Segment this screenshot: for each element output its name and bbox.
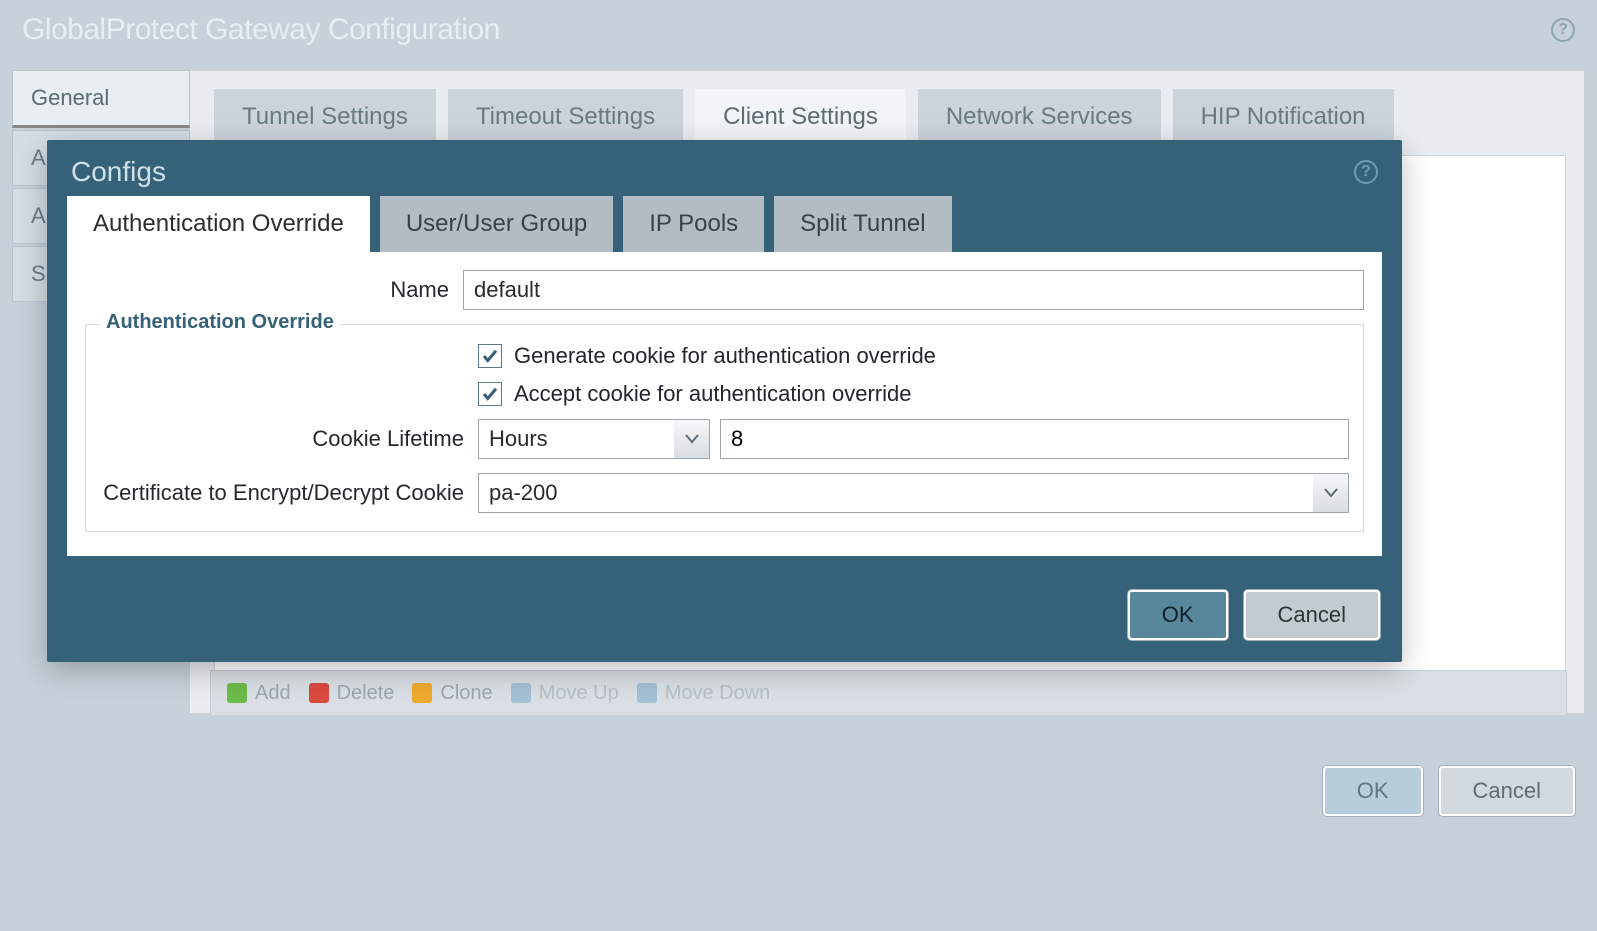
top-tabs: Tunnel Settings Timeout Settings Client …	[214, 89, 1566, 145]
left-tab-general[interactable]: General	[12, 70, 190, 128]
accept-cookie-label: Accept cookie for authentication overrid…	[514, 381, 911, 407]
name-label: Name	[85, 277, 463, 303]
cookie-lifetime-unit-select[interactable]	[478, 419, 674, 459]
check-icon	[481, 347, 499, 365]
tab-network-services[interactable]: Network Services	[918, 89, 1161, 145]
modal-help-icon[interactable]: ?	[1354, 160, 1378, 184]
tab-ip-pools[interactable]: IP Pools	[623, 196, 764, 252]
inner-panel: Name Authentication Override Generate co…	[67, 252, 1382, 556]
outer-cancel-button[interactable]: Cancel	[1439, 766, 1575, 816]
tab-auth-override[interactable]: Authentication Override	[67, 196, 370, 252]
cert-dropdown-button[interactable]	[1313, 473, 1349, 513]
move-up-icon	[511, 683, 531, 703]
chevron-down-icon	[685, 434, 699, 444]
name-row: Name	[85, 270, 1364, 310]
auth-override-fieldset: Authentication Override Generate cookie …	[85, 324, 1364, 532]
cert-row: Certificate to Encrypt/Decrypt Cookie	[100, 473, 1349, 513]
tab-hip-notification[interactable]: HIP Notification	[1173, 89, 1394, 145]
outer-title: GlobalProtect Gateway Configuration	[22, 13, 500, 47]
tab-timeout-settings[interactable]: Timeout Settings	[448, 89, 683, 145]
fieldset-legend: Authentication Override	[100, 311, 340, 334]
tab-user-group[interactable]: User/User Group	[380, 196, 613, 252]
move-down-icon	[637, 683, 657, 703]
modal-title-bar: Configs ?	[47, 140, 1402, 196]
delete-icon	[309, 683, 329, 703]
chevron-down-icon	[1324, 488, 1338, 498]
help-icon[interactable]: ?	[1551, 18, 1575, 42]
toolbar-move-up[interactable]: Move Up	[511, 682, 619, 705]
outer-footer: OK Cancel	[1323, 766, 1575, 816]
check-icon	[481, 385, 499, 403]
add-icon	[227, 683, 247, 703]
modal-title: Configs	[71, 156, 166, 188]
tab-tunnel-settings[interactable]: Tunnel Settings	[214, 89, 436, 145]
generate-cookie-label: Generate cookie for authentication overr…	[514, 343, 936, 369]
tab-client-settings[interactable]: Client Settings	[695, 89, 906, 145]
cookie-lifetime-row: Cookie Lifetime	[100, 419, 1349, 459]
outer-ok-button[interactable]: OK	[1323, 766, 1423, 816]
cert-select[interactable]	[478, 473, 1313, 513]
cookie-lifetime-value-input[interactable]	[720, 419, 1349, 459]
cookie-lifetime-unit-wrap	[478, 419, 710, 459]
accept-cookie-checkbox[interactable]	[478, 382, 502, 406]
toolbar-delete[interactable]: Delete	[309, 682, 395, 705]
cookie-lifetime-label: Cookie Lifetime	[100, 426, 478, 452]
modal-ok-button[interactable]: OK	[1128, 590, 1228, 640]
configs-dialog: Configs ? Authentication Override User/U…	[47, 140, 1402, 662]
cookie-lifetime-unit-dropdown-button[interactable]	[674, 419, 710, 459]
list-toolbar: Add Delete Clone Move Up Move Down	[210, 670, 1567, 716]
clone-icon	[412, 683, 432, 703]
toolbar-add[interactable]: Add	[227, 682, 291, 705]
toolbar-clone[interactable]: Clone	[412, 682, 492, 705]
tab-split-tunnel[interactable]: Split Tunnel	[774, 196, 951, 252]
generate-cookie-checkbox[interactable]	[478, 344, 502, 368]
modal-body: Authentication Override User/User Group …	[47, 196, 1402, 576]
toolbar-move-down[interactable]: Move Down	[637, 682, 771, 705]
modal-footer: OK Cancel	[47, 576, 1402, 662]
inner-tabs: Authentication Override User/User Group …	[67, 196, 1382, 252]
name-input[interactable]	[463, 270, 1364, 310]
outer-title-bar: GlobalProtect Gateway Configuration ?	[0, 0, 1597, 60]
accept-cookie-row: Accept cookie for authentication overrid…	[100, 381, 1349, 407]
generate-cookie-row: Generate cookie for authentication overr…	[100, 343, 1349, 369]
modal-cancel-button[interactable]: Cancel	[1244, 590, 1380, 640]
cert-label: Certificate to Encrypt/Decrypt Cookie	[100, 480, 478, 506]
